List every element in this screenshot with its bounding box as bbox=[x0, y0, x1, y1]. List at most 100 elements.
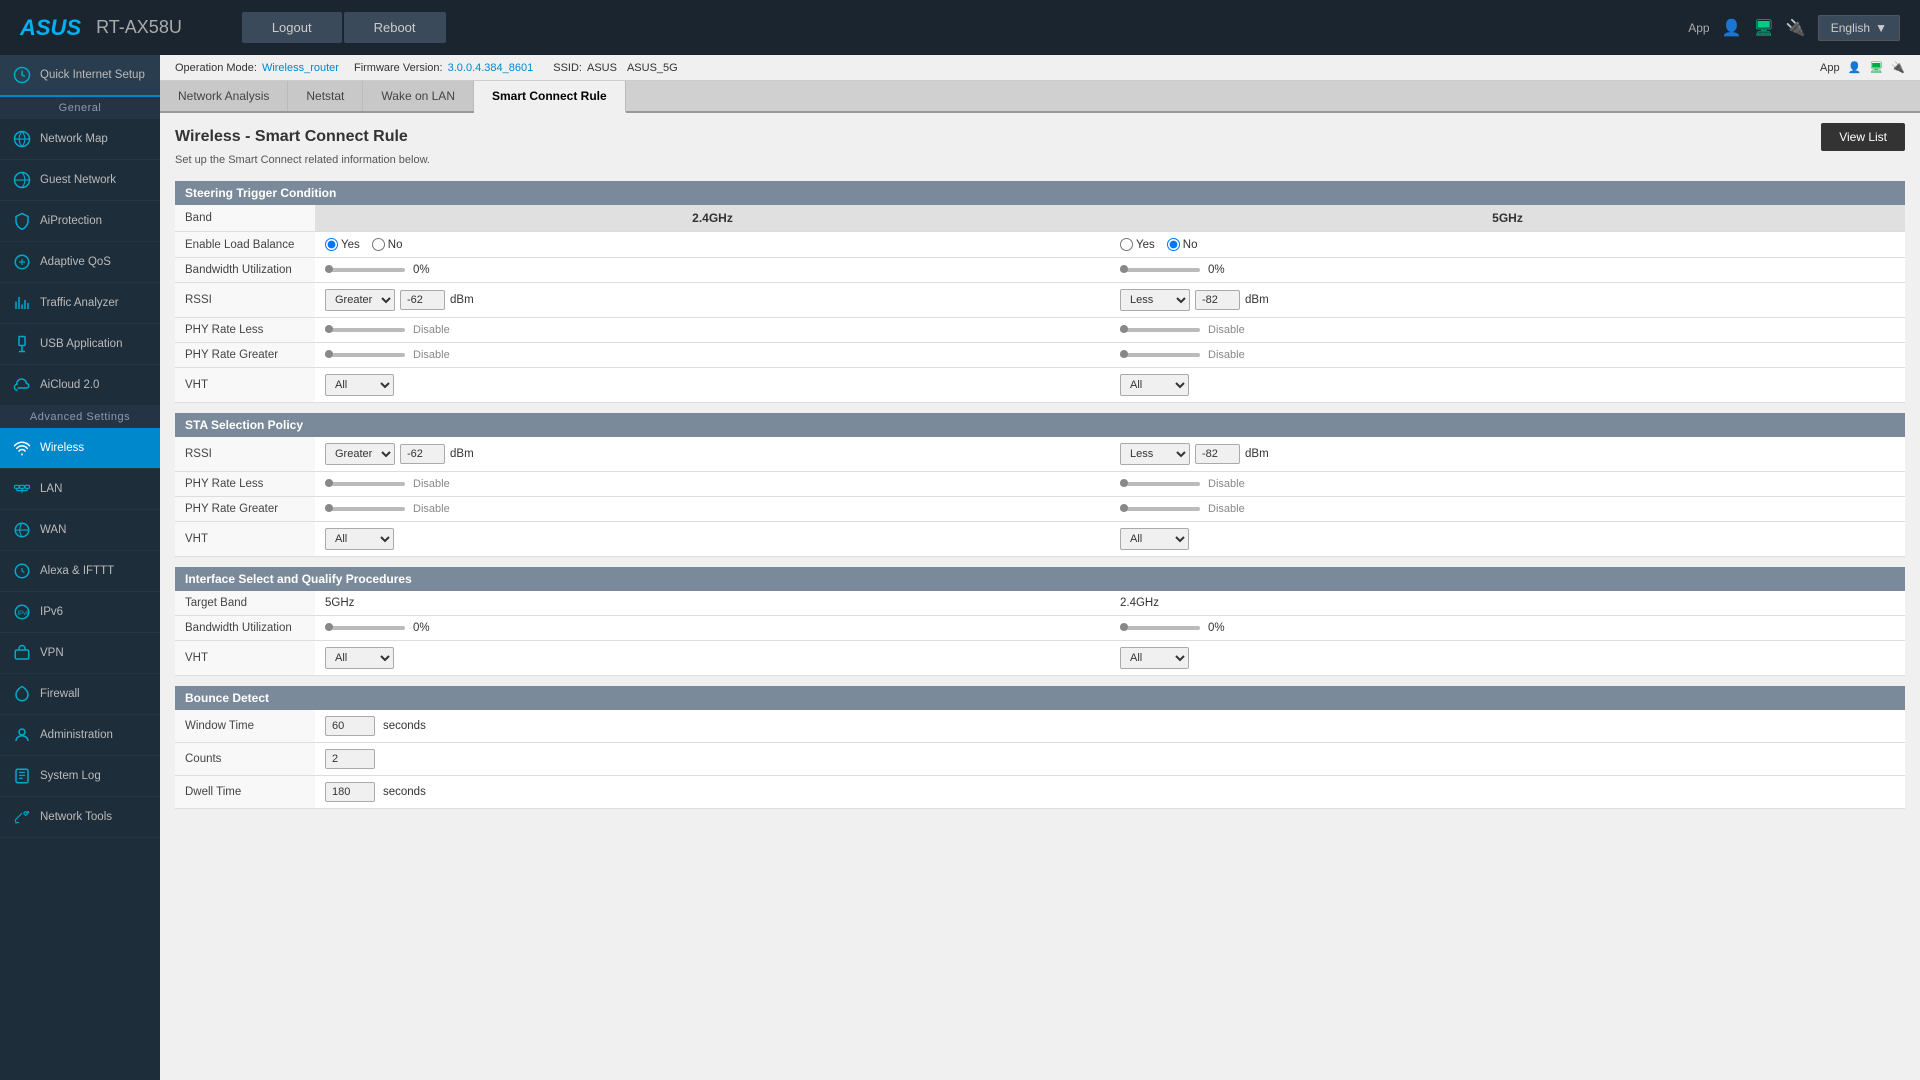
sta-phy-greater-24-slider[interactable] bbox=[325, 507, 405, 511]
phy-less-24-slider[interactable] bbox=[325, 328, 405, 332]
vht-5-select[interactable]: AllEnableDisable bbox=[1120, 374, 1189, 396]
general-section-header: General bbox=[0, 97, 160, 119]
sidebar-item-aiprotection[interactable]: AiProtection bbox=[0, 201, 160, 242]
operation-mode-value[interactable]: Wireless_router bbox=[262, 62, 339, 74]
sta-rssi-24-unit: dBm bbox=[450, 448, 474, 460]
ssid-5g-value: ASUS_5G bbox=[627, 62, 678, 74]
sidebar-item-ipv6[interactable]: IPv6 IPv6 bbox=[0, 592, 160, 633]
sidebar-item-wan[interactable]: WAN bbox=[0, 510, 160, 551]
load-balance-5-yes-radio[interactable] bbox=[1120, 238, 1133, 251]
logout-button[interactable]: Logout bbox=[242, 12, 342, 43]
counts-label: Counts bbox=[175, 743, 315, 776]
window-time-unit: seconds bbox=[383, 720, 426, 732]
monitor-icon-status[interactable]: 🖥 bbox=[1869, 61, 1883, 74]
monitor-icon[interactable]: 🖥 bbox=[1754, 18, 1774, 38]
sta-rssi-24-group: GreaterLess dBm bbox=[325, 443, 1100, 465]
sidebar-item-vpn[interactable]: VPN bbox=[0, 633, 160, 674]
iface-bw-util-1-slider[interactable] bbox=[325, 626, 405, 630]
network-map-icon bbox=[12, 129, 32, 149]
phy-greater-24-slider[interactable] bbox=[325, 353, 405, 357]
phy-greater-5-slider[interactable] bbox=[1120, 353, 1200, 357]
iface-bw-util-label: Bandwidth Utilization bbox=[175, 616, 315, 641]
rssi-label: RSSI bbox=[175, 283, 315, 318]
sta-rssi-5-cond-select[interactable]: GreaterLess bbox=[1120, 443, 1190, 465]
sidebar-item-network-map[interactable]: Network Map bbox=[0, 119, 160, 160]
load-balance-24-yes-radio[interactable] bbox=[325, 238, 338, 251]
rssi-5-cond-select[interactable]: GreaterLess bbox=[1120, 289, 1190, 311]
system-log-icon bbox=[12, 766, 32, 786]
sidebar-item-traffic-analyzer[interactable]: Traffic Analyzer bbox=[0, 283, 160, 324]
rssi-24-cond-select[interactable]: GreaterLess bbox=[325, 289, 395, 311]
tab-network-analysis[interactable]: Network Analysis bbox=[160, 81, 288, 111]
iface-bw-util-2-cell: 0% bbox=[1110, 616, 1905, 641]
sidebar-item-administration[interactable]: Administration bbox=[0, 715, 160, 756]
sta-rssi-5-unit: dBm bbox=[1245, 448, 1269, 460]
sta-vht-24-select[interactable]: AllEnableDisable bbox=[325, 528, 394, 550]
tab-smart-connect-rule[interactable]: Smart Connect Rule bbox=[474, 81, 626, 113]
sidebar-item-aicloud[interactable]: AiCloud 2.0 bbox=[0, 365, 160, 406]
language-selector[interactable]: English ▼ bbox=[1818, 15, 1900, 41]
reboot-button[interactable]: Reboot bbox=[344, 12, 446, 43]
rssi-row: RSSI GreaterLess dBm G bbox=[175, 283, 1905, 318]
aicloud-icon bbox=[12, 375, 32, 395]
sta-phy-greater-5-slider[interactable] bbox=[1120, 507, 1200, 511]
iface-bw-util-2-slider[interactable] bbox=[1120, 626, 1200, 630]
sta-phy-less-5-slider[interactable] bbox=[1120, 482, 1200, 486]
sta-rssi-5-value-input[interactable] bbox=[1195, 444, 1240, 464]
sidebar-item-firewall[interactable]: Firewall bbox=[0, 674, 160, 715]
iface-vht-1-select[interactable]: AllEnableDisable bbox=[325, 647, 394, 669]
iface-vht-2-select[interactable]: AllEnableDisable bbox=[1120, 647, 1189, 669]
ipv6-icon: IPv6 bbox=[12, 602, 32, 622]
load-balance-24-cell: Yes No bbox=[315, 232, 1110, 258]
usb-icon-status[interactable]: 🔌 bbox=[1891, 61, 1905, 74]
load-balance-24-no-radio[interactable] bbox=[372, 238, 385, 251]
network-tools-label: Network Tools bbox=[40, 811, 112, 823]
bw-util-24-slider[interactable] bbox=[325, 268, 405, 272]
load-balance-24-no-label[interactable]: No bbox=[372, 238, 403, 251]
view-list-button[interactable]: View List bbox=[1821, 123, 1905, 151]
sidebar-item-quick-setup[interactable]: Quick Internet Setup bbox=[0, 55, 160, 97]
iface-bw-util-1-value: 0% bbox=[413, 622, 430, 634]
aicloud-label: AiCloud 2.0 bbox=[40, 379, 99, 391]
sta-vht-5-select[interactable]: AllEnableDisable bbox=[1120, 528, 1189, 550]
person-icon-status[interactable]: 👤 bbox=[1848, 61, 1862, 74]
usb-icon[interactable]: 🔌 bbox=[1786, 18, 1806, 38]
target-band-col1-cell: 5GHz bbox=[315, 591, 1110, 616]
load-balance-5-no-radio[interactable] bbox=[1167, 238, 1180, 251]
sta-rssi-24-cond-select[interactable]: GreaterLess bbox=[325, 443, 395, 465]
tab-netstat[interactable]: Netstat bbox=[288, 81, 363, 111]
network-map-label: Network Map bbox=[40, 133, 108, 145]
rssi-5-cell: GreaterLess dBm bbox=[1110, 283, 1905, 318]
firmware-value[interactable]: 3.0.0.4.384_8601 bbox=[448, 62, 534, 74]
traffic-analyzer-icon bbox=[12, 293, 32, 313]
window-time-input[interactable] bbox=[325, 716, 375, 736]
dwell-time-input[interactable] bbox=[325, 782, 375, 802]
vht-row: VHT AllEnableDisable AllEnableDisable bbox=[175, 368, 1905, 403]
sidebar-item-network-tools[interactable]: Network Tools bbox=[0, 797, 160, 838]
sidebar-item-usb-application[interactable]: USB Application bbox=[0, 324, 160, 365]
sidebar-item-system-log[interactable]: System Log bbox=[0, 756, 160, 797]
vht-24-select[interactable]: AllEnableDisable bbox=[325, 374, 394, 396]
phy-less-5-slider[interactable] bbox=[1120, 328, 1200, 332]
counts-input[interactable] bbox=[325, 749, 375, 769]
sta-rssi-24-value-input[interactable] bbox=[400, 444, 445, 464]
sidebar-item-wireless[interactable]: Wireless bbox=[0, 428, 160, 469]
sidebar-item-lan[interactable]: LAN bbox=[0, 469, 160, 510]
sidebar-item-guest-network[interactable]: Guest Network bbox=[0, 160, 160, 201]
sta-phy-less-24-slider[interactable] bbox=[325, 482, 405, 486]
sta-table: RSSI GreaterLess dBm G bbox=[175, 437, 1905, 557]
rssi-24-value-input[interactable] bbox=[400, 290, 445, 310]
load-balance-5-no-label[interactable]: No bbox=[1167, 238, 1198, 251]
person-icon[interactable]: 👤 bbox=[1722, 18, 1742, 38]
tab-wake-on-lan[interactable]: Wake on LAN bbox=[363, 81, 474, 111]
load-balance-5-yes-label[interactable]: Yes bbox=[1120, 238, 1155, 251]
rssi-5-value-input[interactable] bbox=[1195, 290, 1240, 310]
bw-util-5-slider[interactable] bbox=[1120, 268, 1200, 272]
iface-bw-util-1-slider-container: 0% bbox=[325, 622, 1100, 634]
phy-greater-24-cell: Disable bbox=[315, 343, 1110, 368]
firmware-label: Firmware Version: bbox=[354, 62, 443, 74]
load-balance-24-yes-label[interactable]: Yes bbox=[325, 238, 360, 251]
dwell-time-cell: seconds bbox=[315, 776, 1905, 809]
sidebar-item-adaptive-qos[interactable]: Adaptive QoS bbox=[0, 242, 160, 283]
sidebar-item-alexa-ifttt[interactable]: Alexa & IFTTT bbox=[0, 551, 160, 592]
